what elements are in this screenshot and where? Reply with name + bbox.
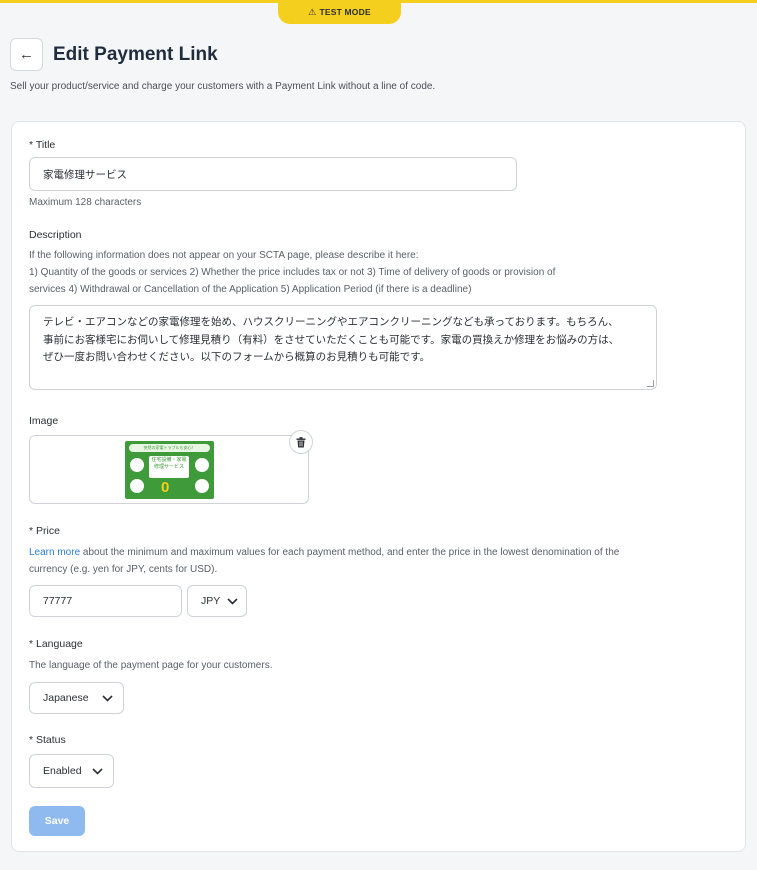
image-label: Image bbox=[29, 415, 59, 427]
language-label: * Language bbox=[29, 638, 83, 650]
description-line: 事前にお客様宅にお伺いして修理見積り（有料）をさせていただくことも可能です。家電… bbox=[43, 333, 620, 346]
price-help-2: currency (e.g. yen for JPY, cents for US… bbox=[29, 564, 218, 575]
title-label: * Title bbox=[29, 139, 56, 151]
description-help-2: 1) Quantity of the goods or services 2) … bbox=[29, 267, 556, 278]
thumb-decoration bbox=[195, 479, 209, 493]
thumb-decoration bbox=[130, 479, 144, 493]
status-select[interactable]: Enabled bbox=[29, 754, 114, 788]
page-subtitle: Sell your product/service and charge you… bbox=[10, 81, 436, 92]
thumb-title-line: 住宅設備・家電 bbox=[151, 457, 187, 463]
thumb-decoration bbox=[130, 458, 144, 472]
thumb-title-card: 住宅設備・家電 修理サービス bbox=[149, 456, 189, 478]
image-upload-box[interactable]: 突然の家電トラブルも安心！ 住宅設備・家電 修理サービス 0 bbox=[29, 435, 309, 504]
save-button[interactable]: Save bbox=[29, 806, 85, 836]
language-select[interactable]: Japanese bbox=[29, 682, 124, 714]
chevron-down-icon bbox=[92, 767, 103, 775]
language-value: Japanese bbox=[43, 692, 89, 704]
resize-handle[interactable] bbox=[647, 380, 654, 387]
price-help-text: about the minimum and maximum values for… bbox=[80, 547, 620, 558]
price-input[interactable]: 77777 bbox=[29, 585, 182, 617]
thumb-zero: 0 bbox=[161, 479, 170, 496]
learn-more-link[interactable]: Learn more bbox=[29, 547, 80, 558]
chevron-down-icon bbox=[227, 597, 238, 605]
title-input[interactable]: 家電修理サービス bbox=[29, 157, 517, 191]
warning-icon: ⚠ bbox=[308, 6, 317, 17]
thumb-title-line: 修理サービス bbox=[153, 464, 184, 470]
price-label: * Price bbox=[29, 525, 60, 537]
trash-icon bbox=[296, 436, 306, 447]
chevron-down-icon bbox=[102, 694, 113, 702]
status-label: * Status bbox=[29, 734, 66, 746]
product-image-thumbnail: 突然の家電トラブルも安心！ 住宅設備・家電 修理サービス 0 bbox=[125, 441, 214, 499]
description-help-3: services 4) Withdrawal or Cancellation o… bbox=[29, 284, 472, 295]
description-textarea[interactable]: テレビ・エアコンなどの家電修理を始め、ハウスクリーニングやエアコンクリーニングな… bbox=[29, 305, 657, 390]
back-button[interactable]: ← bbox=[10, 38, 43, 71]
language-help: The language of the payment page for you… bbox=[29, 660, 273, 671]
currency-value: JPY bbox=[201, 595, 221, 607]
delete-image-button[interactable] bbox=[289, 430, 313, 454]
description-line: テレビ・エアコンなどの家電修理を始め、ハウスクリーニングやエアコンクリーニングな… bbox=[43, 316, 619, 328]
thumb-decoration bbox=[195, 458, 209, 472]
arrow-left-icon: ← bbox=[19, 46, 34, 63]
test-mode-badge: ⚠ TEST MODE bbox=[278, 0, 401, 24]
description-label: Description bbox=[29, 229, 82, 241]
test-mode-label: TEST MODE bbox=[319, 7, 371, 17]
status-value: Enabled bbox=[43, 765, 82, 777]
price-help: Learn more about the minimum and maximum… bbox=[29, 544, 619, 561]
title-help: Maximum 128 characters bbox=[29, 197, 142, 208]
page-header: ← Edit Payment Link bbox=[10, 38, 218, 71]
currency-select[interactable]: JPY bbox=[187, 585, 247, 617]
description-line: ぜひ一度お問い合わせください。以下のフォームから概算のお見積りも可能です。 bbox=[43, 351, 431, 363]
description-help-1: If the following information does not ap… bbox=[29, 250, 419, 261]
page-title: Edit Payment Link bbox=[53, 43, 218, 65]
thumb-banner-text: 突然の家電トラブルも安心！ bbox=[129, 444, 210, 452]
